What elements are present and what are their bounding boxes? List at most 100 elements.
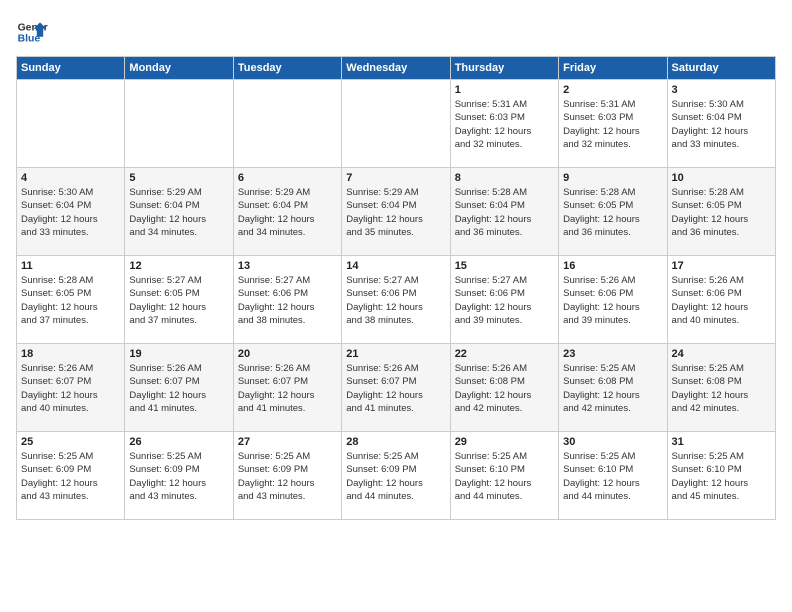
day-detail: Sunrise: 5:27 AM Sunset: 6:06 PM Dayligh… [455,274,554,327]
day-cell [17,80,125,168]
day-detail: Sunrise: 5:27 AM Sunset: 6:05 PM Dayligh… [129,274,228,327]
day-cell: 3 Sunrise: 5:30 AM Sunset: 6:04 PM Daylig… [667,80,775,168]
day-cell: 19 Sunrise: 5:26 AM Sunset: 6:07 PM Dayli… [125,344,233,432]
day-number: 14 [346,260,445,272]
day-detail: Sunrise: 5:25 AM Sunset: 6:09 PM Dayligh… [346,450,445,503]
day-cell: 4 Sunrise: 5:30 AM Sunset: 6:04 PM Daylig… [17,168,125,256]
day-detail: Sunrise: 5:26 AM Sunset: 6:08 PM Dayligh… [455,362,554,415]
day-cell: 31Sunrise: 5:25 AM Sunset: 6:10 PM Dayli… [667,432,775,520]
day-number: 28 [346,436,445,448]
day-cell: 18 Sunrise: 5:26 AM Sunset: 6:07 PM Dayli… [17,344,125,432]
day-detail: Sunrise: 5:29 AM Sunset: 6:04 PM Dayligh… [129,186,228,239]
day-number: 5 [129,172,228,184]
week-row-1: 1 Sunrise: 5:31 AM Sunset: 6:03 PM Daylig… [17,80,776,168]
logo: General Blue [16,16,48,48]
day-cell: 29 Sunrise: 5:25 AM Sunset: 6:10 PM Dayli… [450,432,558,520]
day-number: 24 [672,348,771,360]
day-cell: 2 Sunrise: 5:31 AM Sunset: 6:03 PM Daylig… [559,80,667,168]
day-cell: 6 Sunrise: 5:29 AM Sunset: 6:04 PM Daylig… [233,168,341,256]
col-header-sunday: Sunday [17,57,125,80]
day-cell: 7Sunrise: 5:29 AM Sunset: 6:04 PM Daylig… [342,168,450,256]
day-number: 8 [455,172,554,184]
day-detail: Sunrise: 5:26 AM Sunset: 6:07 PM Dayligh… [21,362,120,415]
day-number: 30 [563,436,662,448]
day-detail: Sunrise: 5:25 AM Sunset: 6:08 PM Dayligh… [563,362,662,415]
day-detail: Sunrise: 5:28 AM Sunset: 6:05 PM Dayligh… [563,186,662,239]
day-cell: 28 Sunrise: 5:25 AM Sunset: 6:09 PM Dayli… [342,432,450,520]
day-number: 31 [672,436,771,448]
day-number: 22 [455,348,554,360]
day-number: 29 [455,436,554,448]
day-cell: 5 Sunrise: 5:29 AM Sunset: 6:04 PM Daylig… [125,168,233,256]
day-cell: 25Sunrise: 5:25 AM Sunset: 6:09 PM Dayli… [17,432,125,520]
day-cell: 27 Sunrise: 5:25 AM Sunset: 6:09 PM Dayli… [233,432,341,520]
week-row-2: 4 Sunrise: 5:30 AM Sunset: 6:04 PM Daylig… [17,168,776,256]
day-cell: 20 Sunrise: 5:26 AM Sunset: 6:07 PM Dayli… [233,344,341,432]
day-number: 21 [346,348,445,360]
day-number: 4 [21,172,120,184]
day-cell: 13Sunrise: 5:27 AM Sunset: 6:06 PM Dayli… [233,256,341,344]
day-detail: Sunrise: 5:31 AM Sunset: 6:03 PM Dayligh… [455,98,554,151]
week-row-3: 11Sunrise: 5:28 AM Sunset: 6:05 PM Dayli… [17,256,776,344]
day-detail: Sunrise: 5:27 AM Sunset: 6:06 PM Dayligh… [346,274,445,327]
day-detail: Sunrise: 5:29 AM Sunset: 6:04 PM Dayligh… [238,186,337,239]
day-cell: 11Sunrise: 5:28 AM Sunset: 6:05 PM Dayli… [17,256,125,344]
day-number: 2 [563,84,662,96]
day-detail: Sunrise: 5:25 AM Sunset: 6:10 PM Dayligh… [563,450,662,503]
day-number: 18 [21,348,120,360]
col-header-friday: Friday [559,57,667,80]
day-detail: Sunrise: 5:27 AM Sunset: 6:06 PM Dayligh… [238,274,337,327]
day-number: 1 [455,84,554,96]
day-detail: Sunrise: 5:26 AM Sunset: 6:06 PM Dayligh… [672,274,771,327]
day-cell: 22 Sunrise: 5:26 AM Sunset: 6:08 PM Dayli… [450,344,558,432]
day-detail: Sunrise: 5:28 AM Sunset: 6:05 PM Dayligh… [672,186,771,239]
day-detail: Sunrise: 5:30 AM Sunset: 6:04 PM Dayligh… [21,186,120,239]
day-cell: 23 Sunrise: 5:25 AM Sunset: 6:08 PM Dayli… [559,344,667,432]
calendar-table: SundayMondayTuesdayWednesdayThursdayFrid… [16,56,776,520]
day-detail: Sunrise: 5:30 AM Sunset: 6:04 PM Dayligh… [672,98,771,151]
day-cell: 1 Sunrise: 5:31 AM Sunset: 6:03 PM Daylig… [450,80,558,168]
day-number: 19 [129,348,228,360]
week-row-4: 18 Sunrise: 5:26 AM Sunset: 6:07 PM Dayli… [17,344,776,432]
day-cell: 9 Sunrise: 5:28 AM Sunset: 6:05 PM Daylig… [559,168,667,256]
day-number: 6 [238,172,337,184]
logo-icon: General Blue [16,16,48,48]
col-header-thursday: Thursday [450,57,558,80]
col-header-monday: Monday [125,57,233,80]
day-cell: 15 Sunrise: 5:27 AM Sunset: 6:06 PM Dayli… [450,256,558,344]
day-cell: 26 Sunrise: 5:25 AM Sunset: 6:09 PM Dayli… [125,432,233,520]
day-cell [233,80,341,168]
day-detail: Sunrise: 5:26 AM Sunset: 6:06 PM Dayligh… [563,274,662,327]
day-detail: Sunrise: 5:31 AM Sunset: 6:03 PM Dayligh… [563,98,662,151]
day-detail: Sunrise: 5:25 AM Sunset: 6:08 PM Dayligh… [672,362,771,415]
day-detail: Sunrise: 5:26 AM Sunset: 6:07 PM Dayligh… [129,362,228,415]
day-number: 26 [129,436,228,448]
day-cell [125,80,233,168]
day-detail: Sunrise: 5:25 AM Sunset: 6:09 PM Dayligh… [129,450,228,503]
day-detail: Sunrise: 5:28 AM Sunset: 6:04 PM Dayligh… [455,186,554,239]
day-cell: 21 Sunrise: 5:26 AM Sunset: 6:07 PM Dayli… [342,344,450,432]
day-cell: 10Sunrise: 5:28 AM Sunset: 6:05 PM Dayli… [667,168,775,256]
day-detail: Sunrise: 5:26 AM Sunset: 6:07 PM Dayligh… [346,362,445,415]
col-header-wednesday: Wednesday [342,57,450,80]
day-number: 15 [455,260,554,272]
day-detail: Sunrise: 5:28 AM Sunset: 6:05 PM Dayligh… [21,274,120,327]
day-cell [342,80,450,168]
day-number: 7 [346,172,445,184]
day-detail: Sunrise: 5:25 AM Sunset: 6:10 PM Dayligh… [455,450,554,503]
day-number: 16 [563,260,662,272]
header-row: SundayMondayTuesdayWednesdayThursdayFrid… [17,57,776,80]
day-number: 27 [238,436,337,448]
day-number: 17 [672,260,771,272]
day-detail: Sunrise: 5:25 AM Sunset: 6:09 PM Dayligh… [238,450,337,503]
day-cell: 17 Sunrise: 5:26 AM Sunset: 6:06 PM Dayli… [667,256,775,344]
day-cell: 30 Sunrise: 5:25 AM Sunset: 6:10 PM Dayli… [559,432,667,520]
day-number: 3 [672,84,771,96]
day-number: 20 [238,348,337,360]
day-detail: Sunrise: 5:26 AM Sunset: 6:07 PM Dayligh… [238,362,337,415]
day-number: 9 [563,172,662,184]
day-cell: 24 Sunrise: 5:25 AM Sunset: 6:08 PM Dayli… [667,344,775,432]
day-cell: 14 Sunrise: 5:27 AM Sunset: 6:06 PM Dayli… [342,256,450,344]
day-number: 23 [563,348,662,360]
col-header-tuesday: Tuesday [233,57,341,80]
